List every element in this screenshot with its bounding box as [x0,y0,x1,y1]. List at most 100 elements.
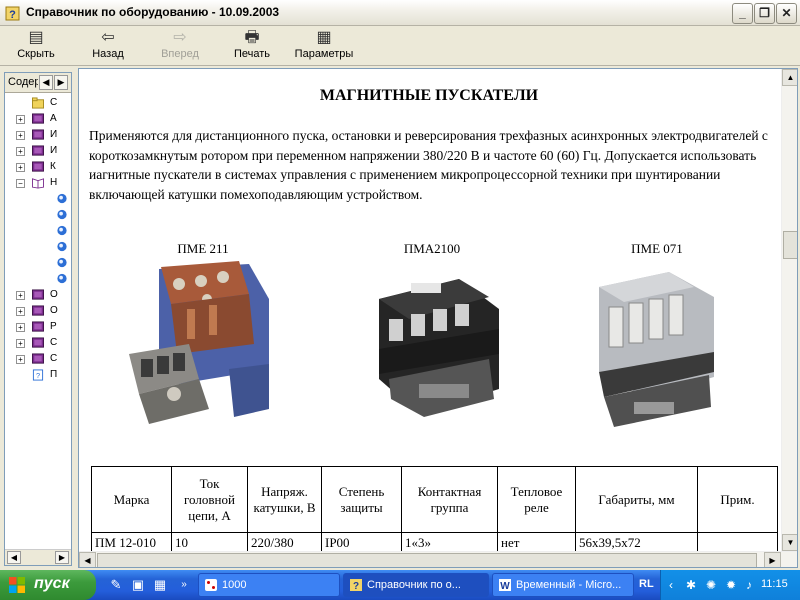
tree-item-label: Н [50,177,58,188]
clock: 11:15 [761,578,788,590]
options-button[interactable]: ▦ Параметры [292,28,356,64]
tree-item[interactable]: + И [5,127,71,143]
specs-table: Марка Ток головной цепи, А Напряж. катуш… [91,466,778,554]
collapse-icon[interactable]: − [16,179,25,188]
tree-item[interactable]: + С [5,351,71,367]
options-label: Параметры [294,48,354,60]
book-icon [32,161,44,172]
tree-item-label: А [50,113,57,124]
scroll-right-button[interactable]: ▶ [764,552,781,567]
expand-icon[interactable]: + [16,131,25,140]
content-vertical-scrollbar[interactable]: ▲ ▼ [781,69,797,551]
tree-item[interactable] [5,255,71,271]
quicklaunch-pencil-icon[interactable]: ✎ [108,577,124,593]
title-bar[interactable]: ? Справочник по оборудованию - 10.09.200… [0,0,800,26]
tray-expand-icon[interactable]: ‹ [663,577,679,593]
help-book-icon: ? [5,6,20,21]
maximize-button[interactable]: ❐ [754,3,775,24]
hide-button[interactable]: ▤ Скрыть [14,28,58,64]
nav-horizontal-scrollbar[interactable]: ◀ ▶ [5,549,71,565]
tree-item[interactable] [5,239,71,255]
tree-item-label: И [50,145,58,156]
back-button[interactable]: ⇦ Назад [88,28,128,64]
tree-item[interactable]: + И [5,143,71,159]
expand-icon[interactable]: + [16,307,25,316]
expand-icon[interactable]: + [16,339,25,348]
tree-item[interactable]: + К [5,159,71,175]
hide-pane-icon: ▤ [28,29,44,46]
task-button-help[interactable]: ? Справочник по о... [343,573,489,597]
scroll-down-button[interactable]: ▼ [782,534,797,551]
intro-paragraph: Применяются для дистанционного пуска, ос… [89,128,768,202]
tree-item[interactable]: + А [5,111,71,127]
tray-bug-icon[interactable]: ✹ [723,577,739,593]
contents-tab-label: Содер [8,76,38,88]
print-button[interactable]: 🖶 Печать [231,28,273,64]
start-button[interactable]: пуск [0,570,96,600]
task-label: 1000 [222,579,247,591]
open-book-icon [31,178,44,189]
task-button-word[interactable]: W Временный - Micro... [492,573,634,597]
tree-item[interactable]: С [5,95,71,111]
task-button-1000[interactable]: 1000 [198,573,340,597]
table-header-cell: Марка [91,466,172,533]
help-window: ? Справочник по оборудованию - 10.09.200… [0,0,800,570]
tree-item-label: С [50,353,58,364]
tree-item[interactable] [5,191,71,207]
vertical-scroll-thumb[interactable] [783,231,797,259]
close-button[interactable]: ✕ [776,3,797,24]
folder-icon [31,97,44,109]
tree-item[interactable] [5,271,71,287]
page-icon [57,209,67,220]
horizontal-scroll-thumb[interactable] [97,553,757,567]
arrow-right-icon: ⇨ [173,29,187,46]
quicklaunch-save-icon[interactable]: ▣ [130,577,146,593]
tree-item[interactable]: − Н [5,175,71,191]
arrow-left-icon: ⇦ [101,29,115,46]
quicklaunch-more-icon[interactable]: » [176,577,192,593]
tray-network-icon[interactable]: ✱ [683,577,699,593]
svg-text:W: W [500,581,510,592]
tree-item[interactable] [5,223,71,239]
tree-item-label: Р [50,321,57,332]
quicklaunch-calendar-icon[interactable]: ▦ [152,577,168,593]
tray-volume-icon[interactable]: ♪ [741,577,757,593]
content-horizontal-scrollbar[interactable]: ◀ ▶ [79,551,797,567]
help-book-icon: ? [350,579,362,592]
tree-item[interactable]: + О [5,303,71,319]
book-icon [32,113,44,124]
tree-item[interactable]: + С [5,335,71,351]
scroll-up-button[interactable]: ▲ [782,69,797,86]
tree-item[interactable] [5,207,71,223]
task-label: Временный - Micro... [516,579,622,591]
contents-tab[interactable]: Содер ◀ ▶ [5,73,71,93]
tab-scroll-left-button[interactable]: ◀ [39,75,53,90]
expand-icon[interactable]: + [16,147,25,156]
book-icon [32,145,44,156]
tree-item[interactable]: + Р [5,319,71,335]
language-indicator[interactable]: RL [639,578,654,590]
forward-button[interactable]: ⇨ Вперед [156,28,204,64]
scroll-left-button[interactable]: ◀ [79,552,96,567]
expand-icon[interactable]: + [16,291,25,300]
nav-scroll-left-button[interactable]: ◀ [7,551,21,564]
page-icon [57,225,67,236]
content-pane: МАГНИТНЫЕ ПУСКАТЕЛИ Применяются для дист… [78,68,798,568]
page-icon [57,241,67,252]
back-label: Назад [92,48,124,60]
tray-antivirus-icon[interactable]: ✺ [703,577,719,593]
tree-item[interactable]: ? П [5,367,71,383]
table-header-cell: Контактная группа [401,466,498,533]
tab-scroll-right-button[interactable]: ▶ [54,75,68,90]
expand-icon[interactable]: + [16,163,25,172]
expand-icon[interactable]: + [16,115,25,124]
nav-scroll-right-button[interactable]: ▶ [55,551,69,564]
tree-item[interactable]: + О [5,287,71,303]
help-page-icon: ? [32,369,44,381]
table-header-cell: Ток головной цепи, А [171,466,248,533]
expand-icon[interactable]: + [16,355,25,364]
minimize-button[interactable]: _ [732,3,753,24]
expand-icon[interactable]: + [16,323,25,332]
table-header-cell: Габариты, мм [575,466,698,533]
window-title: Справочник по оборудованию - 10.09.2003 [26,5,280,19]
